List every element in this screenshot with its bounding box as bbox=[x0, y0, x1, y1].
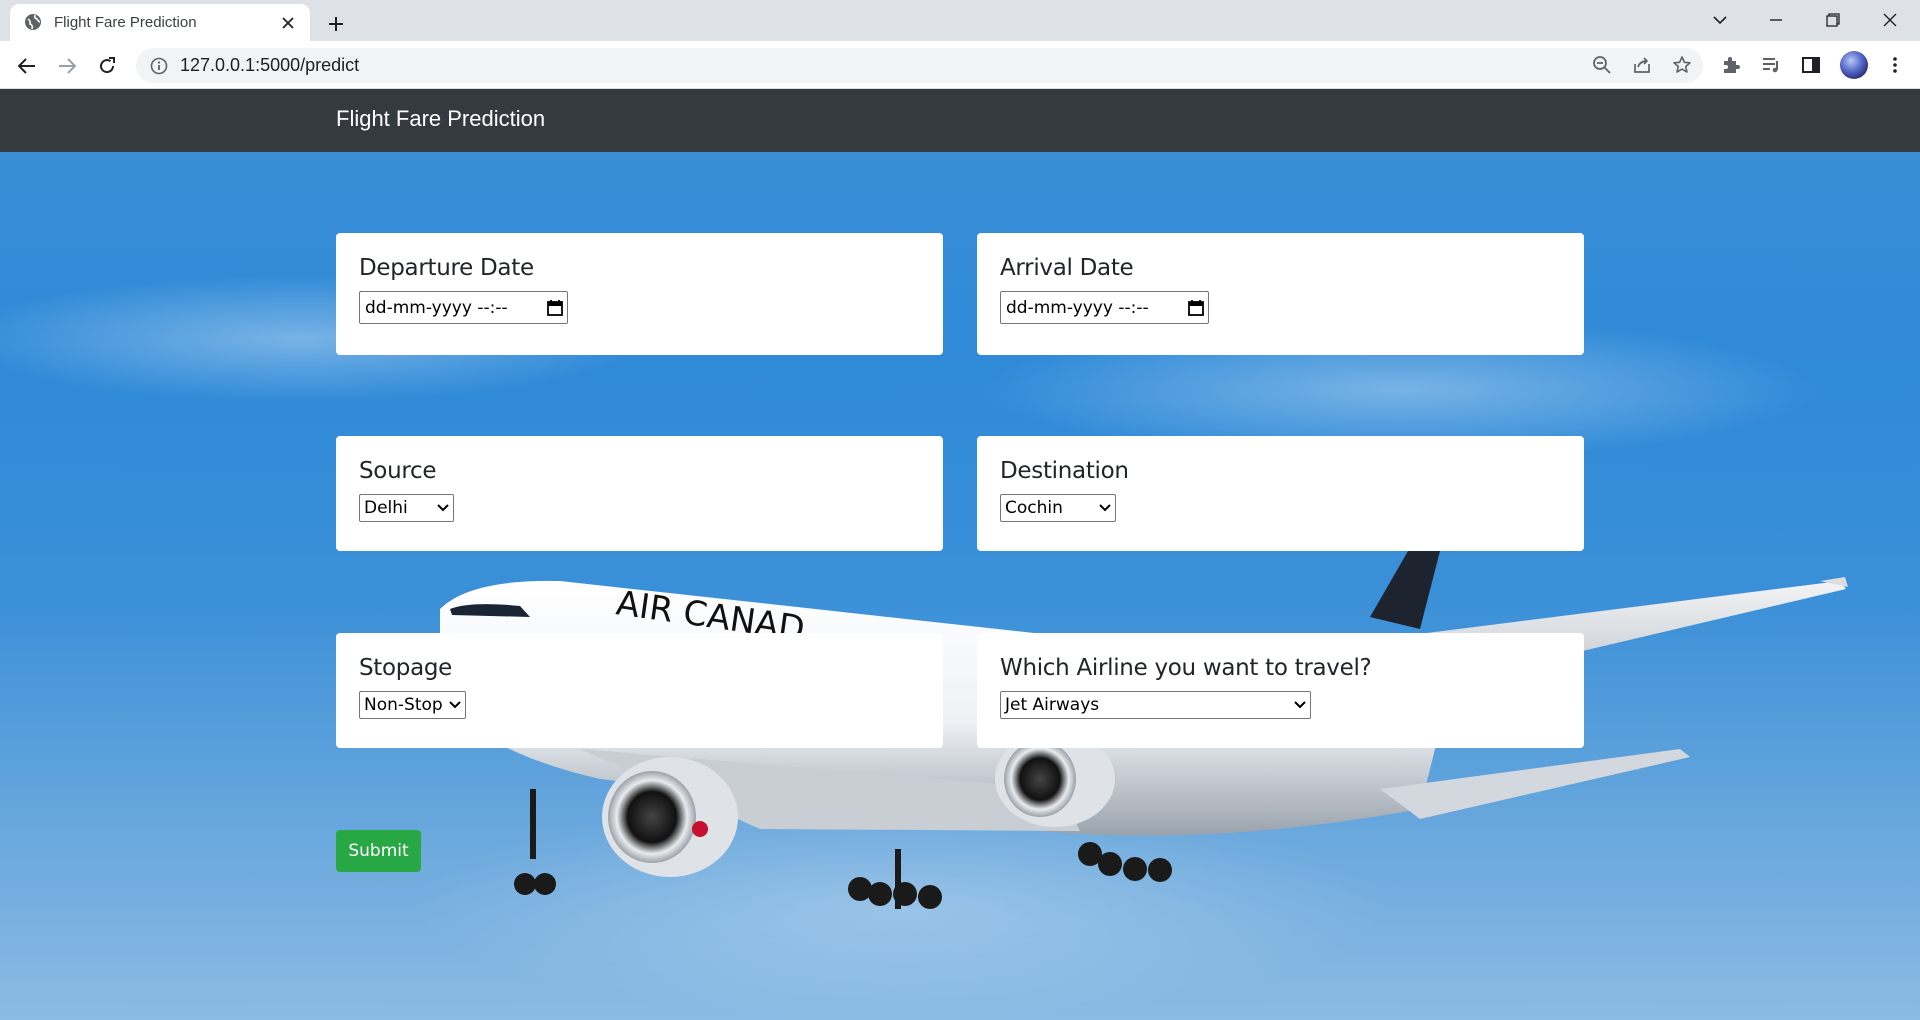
chevron-down-icon bbox=[437, 504, 449, 512]
share-icon[interactable] bbox=[1629, 52, 1655, 78]
new-tab-button[interactable] bbox=[322, 10, 350, 38]
arrival-date-value: dd-mm-yyyy --:-- bbox=[1006, 297, 1149, 318]
close-tab-icon[interactable] bbox=[278, 13, 298, 33]
page-content: AIR CANAD Flight Fare Prediction Departu… bbox=[0, 89, 1920, 1020]
forward-icon[interactable] bbox=[51, 50, 83, 82]
url-text: 127.0.0.1:5000/predict bbox=[180, 55, 360, 75]
destination-select[interactable]: Cochin bbox=[1000, 494, 1116, 522]
browser-tab[interactable]: Flight Fare Prediction bbox=[10, 4, 310, 41]
zoom-icon[interactable] bbox=[1589, 52, 1615, 78]
airline-selected-value: Jet Airways bbox=[1005, 695, 1100, 715]
airline-card: Which Airline you want to travel? Jet Ai… bbox=[977, 633, 1584, 748]
departure-date-card: Departure Date dd-mm-yyyy --:-- bbox=[336, 233, 943, 355]
minimize-icon[interactable] bbox=[1753, 0, 1799, 40]
reload-icon[interactable] bbox=[91, 50, 123, 82]
browser-tab-strip: Flight Fare Prediction bbox=[0, 0, 1920, 41]
chevron-down-icon bbox=[449, 701, 461, 709]
departure-date-value: dd-mm-yyyy --:-- bbox=[365, 297, 508, 318]
restore-icon[interactable] bbox=[1810, 0, 1856, 40]
arrival-date-input[interactable]: dd-mm-yyyy --:-- bbox=[1000, 291, 1209, 324]
stopage-label: Stopage bbox=[359, 655, 453, 681]
source-card: Source Delhi bbox=[336, 436, 943, 551]
chevron-down-icon bbox=[1099, 504, 1111, 512]
profile-avatar[interactable] bbox=[1840, 51, 1868, 79]
media-queue-icon[interactable] bbox=[1758, 52, 1784, 78]
destination-label: Destination bbox=[1000, 458, 1129, 484]
stopage-card: Stopage Non-Stop bbox=[336, 633, 943, 748]
stopage-select[interactable]: Non-Stop bbox=[359, 691, 466, 719]
info-icon[interactable] bbox=[150, 57, 168, 75]
bookmark-star-icon[interactable] bbox=[1669, 52, 1695, 78]
departure-date-input[interactable]: dd-mm-yyyy --:-- bbox=[359, 291, 568, 324]
calendar-icon[interactable] bbox=[547, 299, 563, 316]
extensions-puzzle-icon[interactable] bbox=[1718, 52, 1744, 78]
navbar: Flight Fare Prediction bbox=[0, 89, 1920, 152]
submit-button[interactable]: Submit bbox=[336, 830, 421, 872]
destination-selected-value: Cochin bbox=[1005, 498, 1063, 518]
side-panel-icon[interactable] bbox=[1798, 52, 1824, 78]
close-window-icon[interactable] bbox=[1867, 0, 1913, 40]
globe-icon bbox=[24, 13, 44, 33]
back-icon[interactable] bbox=[11, 50, 43, 82]
airplane-background-image: AIR CANAD bbox=[440, 551, 1848, 909]
source-label: Source bbox=[359, 458, 437, 484]
departure-date-label: Departure Date bbox=[359, 255, 534, 281]
arrival-date-label: Arrival Date bbox=[1000, 255, 1134, 281]
tab-search-icon[interactable] bbox=[1697, 0, 1743, 40]
airline-label: Which Airline you want to travel? bbox=[1000, 655, 1372, 681]
destination-card: Destination Cochin bbox=[977, 436, 1584, 551]
chevron-down-icon bbox=[1294, 701, 1306, 709]
source-selected-value: Delhi bbox=[364, 498, 408, 518]
chrome-menu-icon[interactable] bbox=[1882, 52, 1908, 78]
tab-title: Flight Fare Prediction bbox=[54, 14, 197, 31]
browser-toolbar: 127.0.0.1:5000/predict bbox=[0, 41, 1920, 89]
source-select[interactable]: Delhi bbox=[359, 494, 454, 522]
stopage-selected-value: Non-Stop bbox=[364, 695, 443, 715]
navbar-brand[interactable]: Flight Fare Prediction bbox=[336, 106, 545, 132]
calendar-icon[interactable] bbox=[1188, 299, 1204, 316]
address-bar[interactable]: 127.0.0.1:5000/predict bbox=[136, 48, 1703, 83]
arrival-date-card: Arrival Date dd-mm-yyyy --:-- bbox=[977, 233, 1584, 355]
airline-select[interactable]: Jet Airways bbox=[1000, 691, 1311, 719]
